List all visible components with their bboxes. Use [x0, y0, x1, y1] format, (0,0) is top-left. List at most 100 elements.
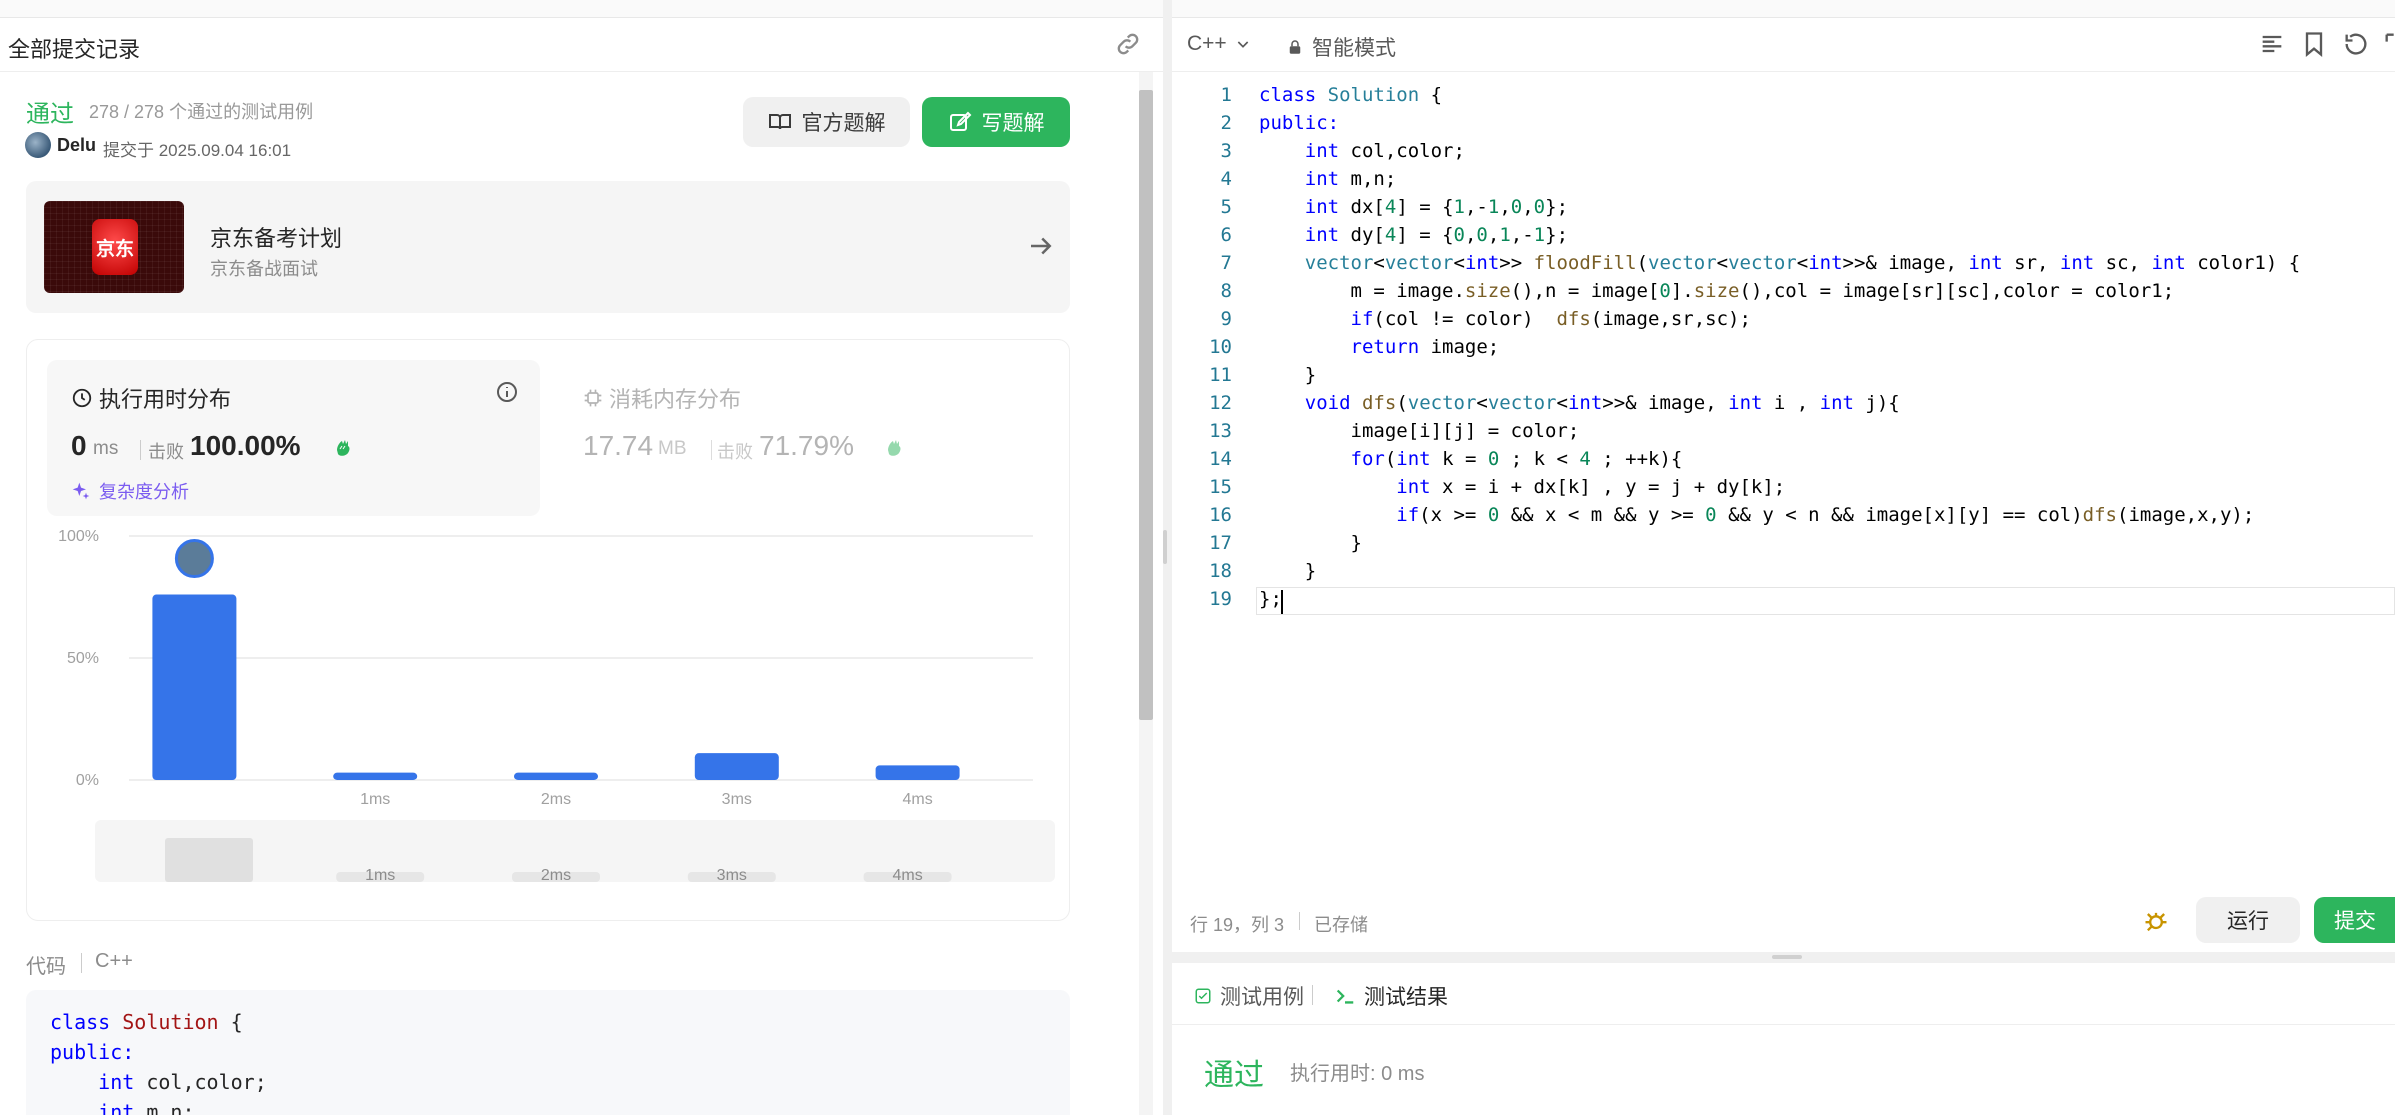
checkbox-icon: [1195, 988, 1211, 1004]
x-tick-label: 1ms: [360, 791, 390, 808]
runtime-panel[interactable]: 执行用时分布 0 ms 击败 100.00% 复杂度分析: [47, 360, 540, 516]
active-line-highlight: [1256, 587, 2395, 615]
code-line[interactable]: class Solution {: [1259, 84, 1442, 106]
right-tab-strip: [1172, 0, 2395, 18]
code-section-label: 代码: [26, 956, 66, 978]
divider: [140, 440, 141, 460]
code-line[interactable]: }: [1259, 560, 1316, 582]
terminal-icon: [1336, 989, 1354, 1004]
memory-unit: MB: [658, 438, 687, 459]
write-solution-button[interactable]: 写题解: [922, 97, 1070, 147]
line-number: 11: [1209, 364, 1232, 386]
expand-icon[interactable]: [2382, 30, 2395, 58]
result-status: 通过: [1204, 1059, 1264, 1092]
code-line[interactable]: };: [1259, 588, 1282, 610]
runtime-unit: ms: [93, 438, 119, 459]
tab-test-result[interactable]: 测试结果: [1334, 981, 1448, 1011]
line-number: 18: [1209, 560, 1232, 582]
smart-mode-toggle[interactable]: 智能模式: [1286, 32, 1396, 62]
tab-testcase[interactable]: 测试用例: [1194, 981, 1304, 1011]
lock-icon: [1289, 40, 1301, 54]
promo-image: 京东: [44, 201, 184, 293]
smart-mode-label: 智能模式: [1312, 37, 1396, 60]
code-line[interactable]: public:: [1259, 112, 1339, 134]
line-number: 8: [1220, 280, 1232, 302]
code-line[interactable]: if(col != color) dfs(image,sr,sc);: [1259, 308, 1751, 330]
runtime-title: 执行用时分布: [71, 382, 231, 414]
left-tab-strip: [0, 0, 1163, 18]
divider: [1312, 985, 1313, 1005]
code-editor-panel: C++ 智能模式 1 class Solution {2 public: 3 int …: [1172, 0, 2395, 952]
code-line[interactable]: image[i][j] = color;: [1259, 420, 1580, 442]
memory-tab[interactable]: 消耗内存分布: [583, 382, 741, 414]
code-language: C++: [95, 950, 133, 972]
x-tick-label: 4ms: [902, 791, 932, 808]
promo-card[interactable]: 京东 京东备考计划 京东备战面试: [26, 181, 1070, 313]
arrow-right-icon[interactable]: [1026, 231, 1056, 261]
runtime-beat-label: 击败: [148, 442, 184, 462]
clap-icon: [888, 440, 901, 456]
chart-bar: [333, 772, 418, 780]
code-line[interactable]: if(x >= 0 && x < m && y >= 0 && y < n &&…: [1259, 504, 2254, 526]
y-tick-label: 50%: [67, 650, 99, 667]
format-icon[interactable]: [2258, 30, 2286, 58]
debug-icon[interactable]: [2142, 907, 2170, 935]
test-panel: 测试用例 测试结果 通过 执行用时: 0 ms: [1172, 963, 2395, 1115]
line-number: 1: [1220, 84, 1232, 106]
code-line[interactable]: vector<vector<int>> floodFill(vector<vec…: [1259, 252, 2300, 274]
line-number: 9: [1220, 308, 1232, 330]
testcase-count: 278 / 278 个通过的测试用例: [89, 102, 314, 122]
code-line[interactable]: int dy[4] = {0,0,1,-1};: [1259, 224, 1568, 246]
submitted-code-preview[interactable]: class Solution {public: int col,color; i…: [26, 990, 1070, 1115]
code-line: int col,color;: [50, 1070, 267, 1094]
line-number: 6: [1220, 224, 1232, 246]
chart-bar: [152, 594, 237, 780]
scrollbar-thumb[interactable]: [1139, 90, 1153, 720]
reset-icon[interactable]: [2342, 30, 2370, 58]
y-tick-label: 100%: [58, 530, 99, 545]
code-line[interactable]: return image;: [1259, 336, 1500, 358]
code-editor[interactable]: 1 class Solution {2 public: 3 int col,color…: [1172, 72, 2395, 882]
language-label: C++: [1187, 32, 1227, 55]
user-name[interactable]: Delu: [57, 135, 96, 156]
status-badge: 通过: [26, 101, 74, 128]
book-icon: [768, 114, 791, 130]
code-line[interactable]: int col,color;: [1259, 140, 1465, 162]
overview-tick-label: 1ms: [365, 867, 395, 884]
overview-selection: [165, 838, 253, 882]
avatar[interactable]: [25, 132, 51, 158]
code-line[interactable]: for(int k = 0 ; k < 4 ; ++k){: [1259, 448, 1683, 470]
info-icon[interactable]: [495, 380, 519, 404]
language-select[interactable]: C++: [1187, 32, 1251, 56]
memory-title-text: 消耗内存分布: [609, 387, 742, 412]
tab-testcase-label: 测试用例: [1220, 986, 1304, 1009]
code-line[interactable]: int x = i + dx[k] , y = j + dy[k];: [1259, 476, 1785, 498]
submit-button[interactable]: 提交: [2314, 897, 2395, 943]
overview-tick-label: 4ms: [892, 867, 922, 884]
edit-icon: [949, 111, 971, 131]
line-number: 14: [1209, 448, 1232, 470]
line-number: 3: [1220, 140, 1232, 162]
runtime-title-text: 执行用时分布: [99, 387, 232, 412]
code-line[interactable]: int dx[4] = {1,-1,0,0};: [1259, 196, 1568, 218]
panel-resize-handle[interactable]: [1163, 530, 1167, 564]
code-line[interactable]: int m,n;: [1259, 168, 1397, 190]
code-line[interactable]: }: [1259, 364, 1316, 386]
official-solution-button[interactable]: 官方题解: [743, 97, 910, 147]
sparkle-icon: [72, 482, 90, 500]
complexity-analysis-link[interactable]: 复杂度分析: [71, 478, 189, 504]
chevron-down-icon: [1237, 41, 1248, 48]
bookmark-icon[interactable]: [2300, 30, 2328, 58]
code-line[interactable]: }: [1259, 532, 1362, 554]
chart-bar: [694, 753, 779, 780]
line-number: 15: [1209, 476, 1232, 498]
line-number: 17: [1209, 532, 1232, 554]
panel-resize-handle[interactable]: [1772, 955, 1802, 959]
stats-card: 执行用时分布 0 ms 击败 100.00% 复杂度分析 消耗内存分布 17.7…: [26, 339, 1070, 921]
overview-tick-label: 2ms: [541, 867, 571, 884]
code-line[interactable]: void dfs(vector<vector<int>>& image, int…: [1259, 392, 1900, 414]
runtime-distribution-chart[interactable]: 0% 50% 100% 1ms 2ms 3ms 4ms 1ms 2ms 3ms 4ms: [27, 530, 1071, 920]
run-button[interactable]: 运行: [2196, 897, 2300, 943]
code-line[interactable]: m = image.size(),n = image[0].size(),col…: [1259, 280, 2175, 302]
link-icon[interactable]: [1114, 30, 1142, 58]
